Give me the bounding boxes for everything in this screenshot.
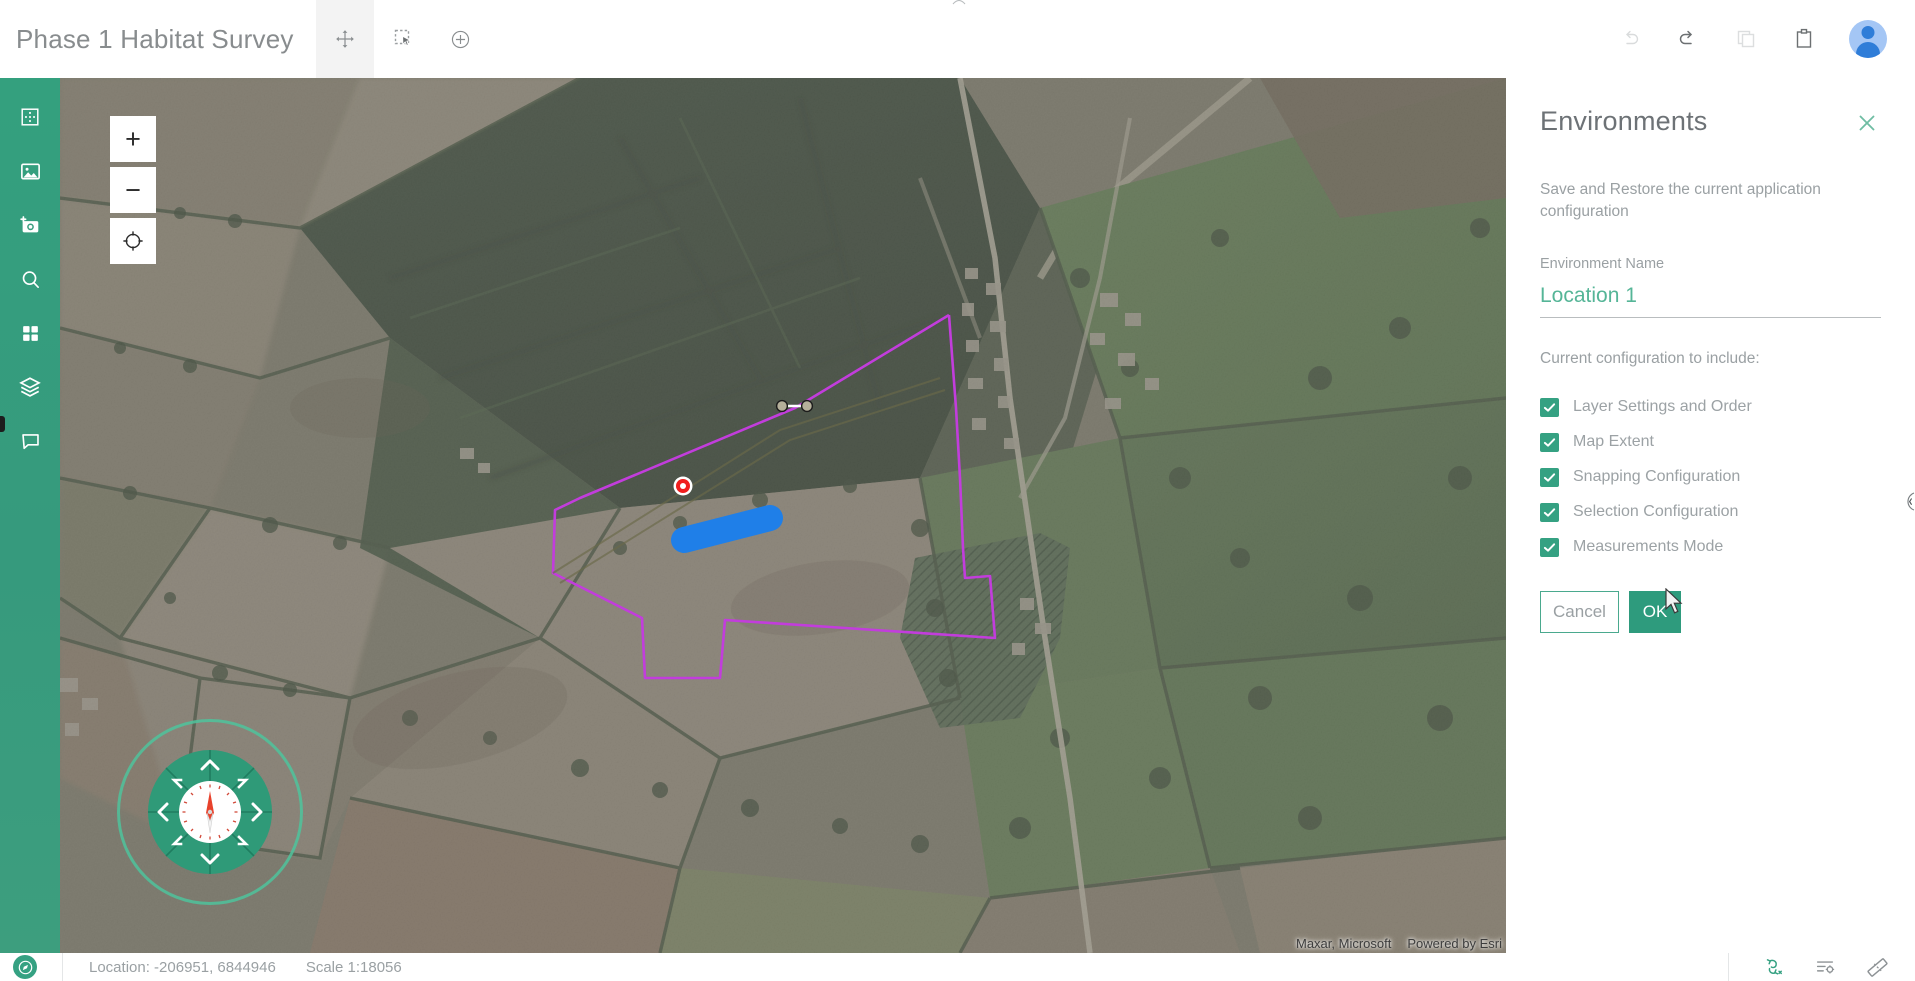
check-icon — [1540, 467, 1559, 487]
sidebar-item-comments[interactable] — [0, 414, 60, 468]
checkbox-layer-settings[interactable]: Layer Settings and Order — [1540, 390, 1881, 425]
plus-icon: + — [125, 123, 141, 154]
location-readout: Location: -206951, 6844946 — [89, 958, 276, 976]
map-zoom-controls: + − — [110, 116, 156, 269]
checkbox-selection-configuration[interactable]: Selection Configuration — [1540, 495, 1881, 530]
status-divider — [62, 953, 63, 981]
measure-tool-button[interactable] — [1865, 955, 1889, 979]
checkbox-label: Snapping Configuration — [1573, 468, 1741, 486]
application-window: Phase 1 Habitat Survey + − Maxar, Micros… — [0, 0, 1915, 981]
sidebar-item-apps[interactable] — [0, 306, 60, 360]
crosshair-target-icon — [123, 231, 143, 251]
sidebar-item-extent[interactable] — [0, 90, 60, 144]
add-tool[interactable] — [432, 0, 490, 78]
locate-button[interactable] — [110, 218, 156, 264]
snapping-toggle[interactable] — [1761, 955, 1785, 979]
add-photo-icon — [19, 215, 38, 232]
left-sidebar — [0, 78, 60, 953]
scale-readout: Scale 1:18056 — [305, 958, 402, 976]
checkbox-measurements-mode[interactable]: Measurements Mode — [1540, 530, 1881, 565]
zoom-in-button[interactable]: + — [110, 116, 156, 162]
extent-grid-icon — [21, 108, 39, 126]
environments-panel: Environments Save and Restore the curren… — [1506, 78, 1915, 953]
check-icon — [1540, 432, 1559, 452]
sidebar-resize-handle[interactable] — [0, 416, 5, 432]
checkbox-label: Layer Settings and Order — [1573, 398, 1752, 416]
grid-apps-icon — [22, 325, 38, 341]
compass-badge-icon[interactable] — [13, 955, 37, 979]
move-arrows-icon — [335, 30, 354, 48]
redo-icon — [1679, 30, 1693, 45]
redo-button[interactable] — [1675, 26, 1701, 52]
clipboard-paste-icon — [1796, 28, 1812, 48]
status-bar: Location: -206951, 6844946 Scale 1:18056 — [0, 953, 1915, 981]
sidebar-item-layers[interactable] — [0, 360, 60, 414]
image-icon — [20, 162, 40, 180]
paste-button[interactable] — [1791, 26, 1817, 52]
check-icon — [1540, 397, 1559, 417]
zoom-out-button[interactable]: − — [110, 167, 156, 213]
checkbox-map-extent[interactable]: Map Extent — [1540, 425, 1881, 460]
checkbox-label: Measurements Mode — [1573, 538, 1724, 556]
panel-header: Environments — [1540, 106, 1881, 137]
check-icon — [1540, 502, 1559, 522]
point-feature-marker — [673, 476, 693, 496]
marquee-select-icon — [394, 29, 411, 47]
map-view[interactable]: + − Maxar, Microsoft Powered by Esri — [60, 78, 1506, 953]
close-icon[interactable] — [1853, 109, 1881, 137]
environment-name-input[interactable] — [1540, 281, 1881, 318]
comment-icon — [21, 433, 39, 449]
include-config-label: Current configuration to include: — [1540, 349, 1760, 367]
selection-settings-icon — [1816, 961, 1835, 974]
layers-icon — [19, 377, 41, 397]
panel-collapse-handle[interactable] — [1907, 492, 1915, 511]
copy-button[interactable] — [1733, 26, 1759, 52]
plus-circle-icon — [451, 30, 470, 48]
panel-actions: Cancel OK — [1540, 590, 1881, 633]
environment-name-label: Environment Name — [1540, 255, 1665, 272]
navigation-compass[interactable] — [117, 719, 303, 905]
attribution-imagery: Maxar, Microsoft — [1295, 936, 1392, 951]
sidebar-item-search[interactable] — [0, 252, 60, 306]
configuration-checkbox-list: Layer Settings and Order Map Extent Snap… — [1540, 390, 1881, 565]
attribution-provider: Powered by Esri — [1407, 936, 1502, 951]
cancel-button[interactable]: Cancel — [1540, 590, 1619, 633]
sidebar-item-basemap[interactable] — [0, 144, 60, 198]
checkbox-label: Selection Configuration — [1573, 503, 1739, 521]
panel-description: Save and Restore the current application… — [1540, 181, 1821, 221]
selection-settings-button[interactable] — [1813, 955, 1837, 979]
check-icon — [1540, 537, 1559, 557]
status-left: Location: -206951, 6844946 Scale 1:18056 — [0, 953, 402, 981]
header-tool-group — [315, 0, 490, 78]
undo-button[interactable] — [1617, 26, 1643, 52]
search-icon — [22, 270, 39, 288]
ok-button[interactable]: OK — [1629, 590, 1681, 633]
select-tool[interactable] — [374, 0, 432, 78]
checkbox-snapping-configuration[interactable]: Snapping Configuration — [1540, 460, 1881, 495]
minus-icon: − — [125, 174, 141, 205]
footer-divider — [1728, 953, 1729, 981]
map-attribution: Maxar, Microsoft Powered by Esri — [1296, 936, 1502, 951]
status-readouts: Location: -206951, 6844946 Scale 1:18056 — [89, 959, 402, 976]
app-header: Phase 1 Habitat Survey — [0, 0, 1915, 78]
copy-icon — [1737, 30, 1755, 48]
status-tools — [1728, 953, 1915, 981]
undo-icon — [1626, 30, 1639, 45]
page-title: Phase 1 Habitat Survey — [16, 23, 294, 54]
checkbox-label: Map Extent — [1573, 433, 1654, 451]
avatar[interactable] — [1849, 20, 1887, 58]
sidebar-item-capture[interactable] — [0, 198, 60, 252]
panel-title: Environments — [1540, 106, 1708, 136]
snapping-icon — [1766, 959, 1782, 975]
stray-mark — [952, 0, 966, 5]
ruler-icon — [1866, 957, 1888, 977]
header-actions — [1617, 0, 1915, 78]
compass-outer-ring — [117, 719, 303, 905]
pan-tool[interactable] — [315, 0, 374, 78]
